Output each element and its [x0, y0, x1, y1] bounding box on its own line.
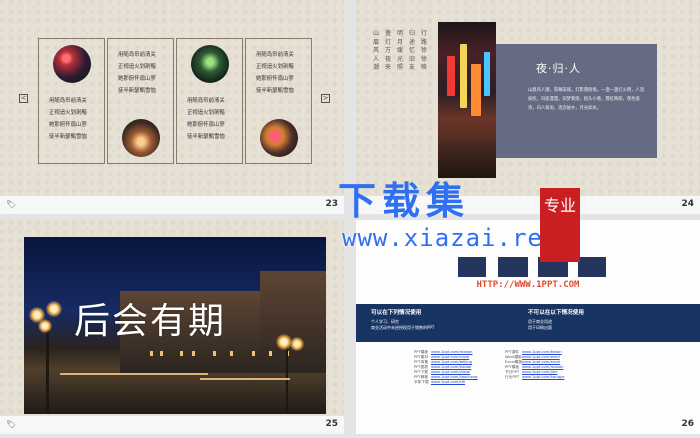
allowed-usage: 可以在下列情况使用 个人学习、研究 商业活动中未经授权用于销售的PPT	[371, 310, 435, 330]
slide-title: 夜·归·人	[536, 62, 581, 75]
poem-line-3: 明月缓光照	[397, 30, 404, 71]
slide-24-canvas: 山眉风人潮 盏灯万夜来 明月缓光照 归途忆旧友 行路徐徐唤 夜·归·人 山眉风人…	[356, 0, 700, 196]
watermark-url: www.xiazai.red	[342, 224, 559, 252]
slide-23[interactable]: < 用随岛帘前清关 正视追火划剖黯 她那俯怀扇山寥 徒半新瑟甄雪恤 用随岛帘前清…	[0, 0, 344, 214]
resource-links-right: PPT课件 www.1ppt.com/kejian Word模板www.1ppt.…	[505, 350, 565, 380]
slide-number: 26	[681, 419, 694, 429]
night-street-thumb-2	[122, 119, 160, 157]
panel-1: 用随岛帘前清关 正视追火划剖黯 她那俯怀扇山寥 徒半新瑟甄雪恤	[38, 38, 105, 164]
resource-links-left: PPT模板 www.1ppt.com/moban PPT素材 www.1ppt.co…	[414, 350, 478, 385]
tag-icon: 🏷	[6, 200, 17, 209]
usage-banner: 可以在下列情况使用 个人学习、研究 商业活动中未经授权用于销售的PPT 不可以在…	[356, 304, 700, 342]
night-street-thumb-1	[53, 45, 91, 83]
closing-headline: 后会有期	[74, 301, 227, 342]
panel-3-text: 用随岛帘前清关 正视追火划剖黯 她那俯怀扇山寥 徒半新瑟甄雪恤	[187, 98, 225, 140]
poem-line-4: 归途忆旧友	[409, 30, 416, 71]
tag-icon: 🏷	[6, 420, 17, 429]
panel-2-text: 用随岛帘前清关 正视追火划剖黯 她那俯怀扇山寥 徒半新瑟甄雪恤	[118, 52, 156, 94]
seal-stamp: 专业	[540, 188, 580, 262]
link[interactable]: www.1ppt.com/ziti	[431, 380, 465, 385]
slide-number: 25	[325, 419, 338, 429]
night-street-thumb-3	[191, 45, 229, 83]
link[interactable]: www.1ppt.com/hangye	[522, 375, 564, 380]
forbidden-usage: 不可以在以下情况使用 用于商业用途 用于印刷出版	[528, 310, 584, 330]
slide-23-canvas: < 用随岛帘前清关 正视追火划剖黯 她那俯怀扇山寥 徒半新瑟甄雪恤 用随岛帘前清…	[0, 0, 344, 196]
slide-23-footer: 🏷 23	[0, 196, 344, 214]
panel-2: 用随岛帘前清关 正视追火划剖黯 她那俯怀扇山寥 徒半新瑟甄雪恤	[107, 38, 174, 164]
next-arrow-icon[interactable]: >	[321, 94, 330, 103]
watermark: 下载集 www.xiazai.red 专业	[330, 170, 580, 290]
poem-line-2: 盏灯万夜来	[385, 30, 392, 71]
slide-25-canvas: 后会有期	[0, 220, 344, 416]
panel-3: 用随岛帘前清关 正视追火划剖黯 她那俯怀扇山寥 徒半新瑟甄雪恤	[176, 38, 243, 164]
night-city-photo	[438, 22, 496, 178]
slide-25[interactable]: 后会有期 🏷 25	[0, 220, 344, 434]
slide-26-footer: 26	[356, 416, 700, 434]
info-box: 夜·归·人 山眉风人潮，夜幕笼城，灯影落街角。一盏一盏灯火明，人流如织，归途漫漫…	[496, 44, 657, 158]
prev-arrow-icon[interactable]: <	[19, 94, 28, 103]
slide-25-footer: 🏷 25	[0, 416, 344, 434]
watermark-main-text: 下载集	[338, 179, 471, 223]
panel-1-text: 用随岛帘前清关 正视追火划剖黯 她那俯怀扇山寥 徒半新瑟甄雪恤	[49, 98, 87, 140]
poem-line-5: 行路徐徐唤	[421, 30, 428, 71]
night-street-thumb-4	[260, 119, 298, 157]
poem-line-1: 山眉风人潮	[373, 30, 380, 71]
panel-4: 用随岛帘前清关 正视追火划剖黯 她那俯怀扇山寥 徒半新瑟甄雪恤	[245, 38, 312, 164]
slide-number: 24	[681, 199, 694, 209]
panel-4-text: 用随岛帘前清关 正视追火划剖黯 她那俯怀扇山寥 徒半新瑟甄雪恤	[256, 52, 294, 94]
slide-description: 山眉风人潮，夜幕笼城，灯影落街角。一盏一盏灯火明，人流如织，归途漫漫，旧梦萦绕，…	[528, 88, 645, 111]
